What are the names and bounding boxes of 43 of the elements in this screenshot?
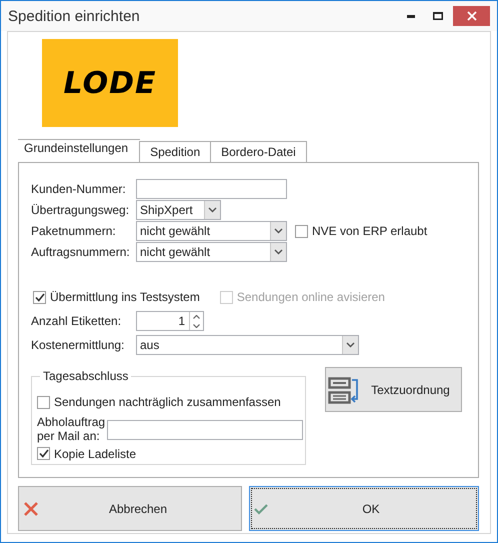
checkmark-icon xyxy=(34,292,44,302)
cross-icon xyxy=(23,500,39,516)
field-label: Kunden-Nummer: xyxy=(31,182,127,196)
checkbox-label: Sendungen online avisieren xyxy=(236,290,385,304)
maximize-icon xyxy=(432,12,442,20)
tab[interactable]: Spedition xyxy=(139,141,212,162)
checkbox-label: NVE von ERP erlaubt xyxy=(312,224,428,238)
checkbox[interactable] xyxy=(295,224,308,238)
checkbox-label: Kopie Ladeliste xyxy=(54,446,136,460)
chevron-down-icon xyxy=(274,249,283,255)
window-title: Spedition einrichten xyxy=(8,8,141,24)
field-label: Übertragungsweg: xyxy=(31,203,130,217)
chevron-down-icon xyxy=(346,342,355,348)
dropdown[interactable]: ShipXpert xyxy=(136,200,221,220)
dropdown[interactable]: nicht gewählt xyxy=(136,221,287,241)
field-label: Auftragsnummern: xyxy=(31,245,131,259)
checkbox-label: Übermittlung ins Testsystem xyxy=(50,290,200,304)
group-title: Tagesabschluss xyxy=(40,369,132,383)
minimize-icon xyxy=(406,14,414,18)
cancel-button[interactable]: Abbrechen xyxy=(18,486,242,531)
field-label: Kostenermittlung: xyxy=(31,338,126,352)
checkbox-label: Sendungen nachträglich zusammenfassen xyxy=(54,395,281,409)
input-field[interactable] xyxy=(136,179,287,199)
close-button[interactable] xyxy=(453,6,490,26)
field-label: Anzahl Etiketten: xyxy=(31,314,122,328)
text-mapping-button[interactable]: Textzuordnung xyxy=(325,367,462,412)
chevron-down-icon xyxy=(208,207,217,213)
ok-button[interactable]: OK xyxy=(249,486,479,531)
logo: LODE xyxy=(42,39,178,127)
checkmark-icon xyxy=(254,502,268,514)
checkbox[interactable] xyxy=(33,290,46,304)
field-label: Abholauftrag per Mail an: xyxy=(37,414,106,442)
spin-box[interactable]: 1 xyxy=(136,311,204,331)
dropdown[interactable]: nicht gewählt xyxy=(136,242,287,262)
close-icon xyxy=(466,11,476,21)
dropdown[interactable]: aus xyxy=(136,335,359,355)
input-field[interactable] xyxy=(107,420,303,440)
chevron-down-icon xyxy=(274,228,283,234)
field-label: Paketnummern: xyxy=(31,224,117,238)
checkbox[interactable] xyxy=(37,447,50,460)
tab[interactable]: Bordero-Datei xyxy=(210,141,307,162)
checkmark-icon xyxy=(38,449,48,458)
checkbox[interactable] xyxy=(37,396,50,408)
